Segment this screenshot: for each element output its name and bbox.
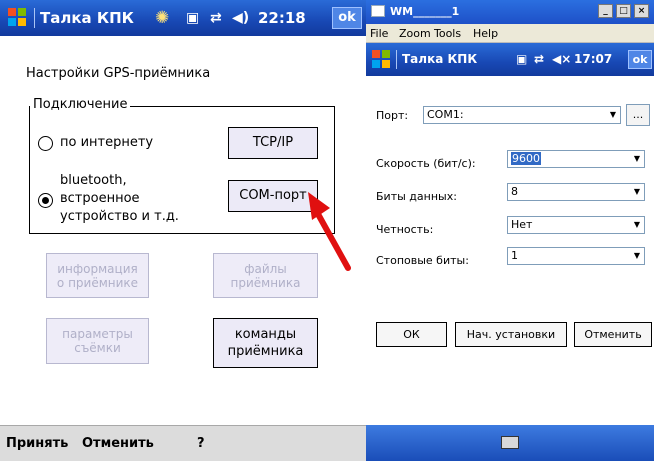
clock[interactable]: 17:07 <box>574 41 612 77</box>
ok-button[interactable]: ОК <box>376 322 447 347</box>
volume-icon[interactable]: ◀) <box>232 0 249 36</box>
receiver-commands-line-2: приёмника <box>227 344 304 359</box>
speed-value: 9600 <box>511 152 541 165</box>
radio-internet-label[interactable]: по интернету <box>60 135 153 150</box>
emulator-window-icon <box>371 5 385 17</box>
connection-group-title: Подключение <box>30 97 131 112</box>
menu-zoom[interactable]: Zoom <box>399 27 431 40</box>
title-divider <box>396 50 397 69</box>
connectivity-icon[interactable]: ⇄ <box>534 41 544 77</box>
menu-help[interactable]: Help <box>473 27 498 40</box>
stopbits-value: 1 <box>511 249 518 262</box>
battery-icon[interactable]: ▣ <box>516 41 527 77</box>
parity-label: Четность: <box>376 223 434 236</box>
page-title: Настройки GPS-приёмника <box>26 66 211 81</box>
radio-internet[interactable] <box>38 136 53 151</box>
receiver-info-line-1: информация <box>57 261 138 276</box>
receiver-commands-line-1: команды <box>234 327 297 342</box>
radio-bluetooth-label-1[interactable]: bluetooth, <box>60 173 127 188</box>
port-browse-button[interactable]: ... <box>626 104 650 126</box>
defaults-button[interactable]: Нач. установки <box>455 322 567 347</box>
radio-bluetooth[interactable] <box>38 193 53 208</box>
soft-key-menu-bar: Принять Отменить ? <box>0 425 366 461</box>
survey-params-line-2: съёмки <box>74 341 121 355</box>
chevron-down-icon[interactable]: ▼ <box>632 185 642 199</box>
connectivity-icon[interactable]: ⇄ <box>210 0 222 36</box>
menu-file[interactable]: File <box>370 27 388 40</box>
title-ok-button[interactable]: ok <box>628 50 652 69</box>
title-divider <box>34 8 35 28</box>
emulator-window-title: WM_______1 <box>390 5 460 18</box>
chevron-down-icon[interactable]: ▼ <box>632 249 642 263</box>
keyboard-icon[interactable] <box>501 436 519 449</box>
sun-icon: ✺ <box>155 8 170 28</box>
left-device-screen: Талка КПК ✺ ▣ ⇄ ◀) 22:18 ok Настройки GP… <box>0 0 366 461</box>
left-title-bar: Талка КПК ✺ ▣ ⇄ ◀) 22:18 ok <box>0 0 366 36</box>
volume-icon[interactable]: ◀× <box>552 41 571 77</box>
radio-bluetooth-label-2[interactable]: встроенное <box>60 191 140 206</box>
app-title: Талка КПК <box>40 9 134 27</box>
port-combobox[interactable]: COM1: ▼ <box>423 106 621 124</box>
port-value: COM1: <box>427 108 464 121</box>
port-label: Порт: <box>376 109 409 122</box>
radio-bluetooth-label-3[interactable]: устройство и т.д. <box>60 209 179 224</box>
receiver-files-line-1: файлы <box>244 261 287 276</box>
speed-combobox[interactable]: 9600 ▼ <box>507 150 645 168</box>
chevron-down-icon[interactable]: ▼ <box>632 152 642 166</box>
accept-softkey[interactable]: Принять <box>6 436 68 451</box>
battery-icon[interactable]: ▣ <box>186 0 199 36</box>
stopbits-combobox[interactable]: 1 ▼ <box>507 247 645 265</box>
receiver-info-line-2: о приёмнике <box>56 275 139 290</box>
receiver-info-button: информация о приёмнике <box>46 253 149 298</box>
close-button[interactable]: × <box>634 4 649 18</box>
speed-label: Скорость (бит/с): <box>376 157 476 170</box>
windows-start-icon[interactable] <box>8 8 28 28</box>
databits-combobox[interactable]: 8 ▼ <box>507 183 645 201</box>
title-ok-button[interactable]: ok <box>332 7 362 29</box>
windows-start-icon[interactable] <box>372 50 392 70</box>
app-title: Талка КПК <box>402 52 478 66</box>
survey-params-line-1: параметры <box>62 327 133 341</box>
right-title-bar: Талка КПК ▣ ⇄ ◀× 17:07 ok <box>366 43 654 76</box>
chevron-down-icon[interactable]: ▼ <box>608 108 618 122</box>
right-device-window: WM_______1 _ □ × File Zoom Tools Help Та… <box>366 0 654 461</box>
receiver-files-line-2: приёмника <box>230 275 301 290</box>
emulator-title-bar: WM_______1 _ □ × <box>366 0 654 24</box>
minimize-button[interactable]: _ <box>598 4 613 18</box>
input-panel-bar <box>366 425 654 461</box>
clock[interactable]: 22:18 <box>258 0 306 36</box>
receiver-commands-button[interactable]: команды приёмника <box>213 318 318 368</box>
red-arrow-annotation <box>308 192 351 271</box>
parity-combobox[interactable]: Нет ▼ <box>507 216 645 234</box>
tcpip-button[interactable]: TCP/IP <box>228 127 318 159</box>
parity-value: Нет <box>511 218 533 231</box>
databits-value: 8 <box>511 185 518 198</box>
databits-label: Биты данных: <box>376 190 457 203</box>
help-softkey[interactable]: ? <box>197 436 205 451</box>
survey-params-button: параметры съёмки <box>46 318 149 364</box>
stopbits-label: Стоповые биты: <box>376 254 469 267</box>
cancel-button[interactable]: Отменить <box>574 322 652 347</box>
menu-tools[interactable]: Tools <box>434 27 461 40</box>
maximize-button[interactable]: □ <box>616 4 631 18</box>
chevron-down-icon[interactable]: ▼ <box>632 218 642 232</box>
cancel-softkey[interactable]: Отменить <box>82 436 154 451</box>
